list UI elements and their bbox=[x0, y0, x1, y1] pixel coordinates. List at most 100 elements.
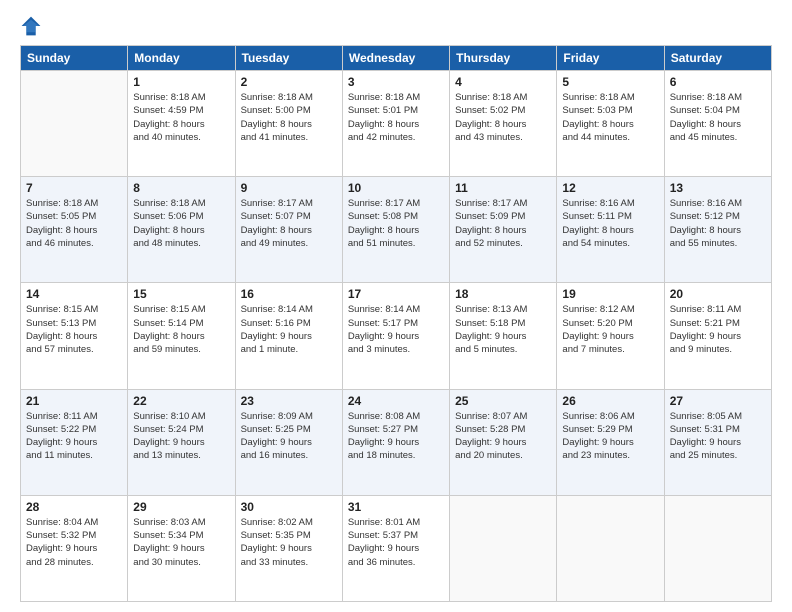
calendar-day-cell: 27 Sunrise: 8:05 AM Sunset: 5:31 PM Dayli… bbox=[664, 389, 771, 495]
calendar-day-cell: 4 Sunrise: 8:18 AM Sunset: 5:02 PM Daylig… bbox=[450, 71, 557, 177]
day-number: 19 bbox=[562, 287, 658, 301]
logo-icon bbox=[20, 15, 42, 37]
calendar-day-cell: 22 Sunrise: 8:10 AM Sunset: 5:24 PM Dayli… bbox=[128, 389, 235, 495]
day-info: Sunrise: 8:02 AM Sunset: 5:35 PM Dayligh… bbox=[241, 516, 337, 569]
day-info: Sunrise: 8:18 AM Sunset: 5:01 PM Dayligh… bbox=[348, 91, 444, 144]
day-info: Sunrise: 8:18 AM Sunset: 5:02 PM Dayligh… bbox=[455, 91, 551, 144]
day-info: Sunrise: 8:15 AM Sunset: 5:13 PM Dayligh… bbox=[26, 303, 122, 356]
calendar-day-cell: 23Sunrise: 8:09 AM Sunset: 5:25 PM Dayli… bbox=[235, 389, 342, 495]
day-number: 18 bbox=[455, 287, 551, 301]
day-number: 12 bbox=[562, 181, 658, 195]
calendar-day-cell: 17 Sunrise: 8:14 AM Sunset: 5:17 PM Dayli… bbox=[342, 283, 449, 389]
calendar-week-row: 1 Sunrise: 8:18 AM Sunset: 4:59 PM Daylig… bbox=[21, 71, 772, 177]
day-info: Sunrise: 8:16 AM Sunset: 5:11 PM Dayligh… bbox=[562, 197, 658, 250]
calendar-day-cell: 10 Sunrise: 8:17 AM Sunset: 5:08 PM Dayli… bbox=[342, 177, 449, 283]
day-info: Sunrise: 8:17 AM Sunset: 5:07 PM Dayligh… bbox=[241, 197, 337, 250]
day-info: Sunrise: 8:18 AM Sunset: 5:06 PM Dayligh… bbox=[133, 197, 229, 250]
calendar-day-cell: 13 Sunrise: 8:16 AM Sunset: 5:12 PM Dayli… bbox=[664, 177, 771, 283]
calendar-day-cell: 14 Sunrise: 8:15 AM Sunset: 5:13 PM Dayli… bbox=[21, 283, 128, 389]
calendar-day-cell: 2 Sunrise: 8:18 AM Sunset: 5:00 PM Daylig… bbox=[235, 71, 342, 177]
calendar-table: SundayMondayTuesdayWednesdayThursdayFrid… bbox=[20, 45, 772, 602]
day-info: Sunrise: 8:08 AM Sunset: 5:27 PM Dayligh… bbox=[348, 410, 444, 463]
day-number: 1 bbox=[133, 75, 229, 89]
day-number: 31 bbox=[348, 500, 444, 514]
calendar-day-cell: 11 Sunrise: 8:17 AM Sunset: 5:09 PM Dayli… bbox=[450, 177, 557, 283]
day-number: 5 bbox=[562, 75, 658, 89]
calendar-week-row: 28 Sunrise: 8:04 AM Sunset: 5:32 PM Dayli… bbox=[21, 495, 772, 601]
day-number: 28 bbox=[26, 500, 122, 514]
day-info: Sunrise: 8:18 AM Sunset: 5:05 PM Dayligh… bbox=[26, 197, 122, 250]
day-number: 27 bbox=[670, 394, 766, 408]
weekday-header-thursday: Thursday bbox=[450, 46, 557, 71]
day-info: Sunrise: 8:18 AM Sunset: 4:59 PM Dayligh… bbox=[133, 91, 229, 144]
day-info: Sunrise: 8:14 AM Sunset: 5:17 PM Dayligh… bbox=[348, 303, 444, 356]
calendar-week-row: 7 Sunrise: 8:18 AM Sunset: 5:05 PM Daylig… bbox=[21, 177, 772, 283]
weekday-header-sunday: Sunday bbox=[21, 46, 128, 71]
calendar-day-cell: 1 Sunrise: 8:18 AM Sunset: 4:59 PM Daylig… bbox=[128, 71, 235, 177]
weekday-header-row: SundayMondayTuesdayWednesdayThursdayFrid… bbox=[21, 46, 772, 71]
day-info: Sunrise: 8:01 AM Sunset: 5:37 PM Dayligh… bbox=[348, 516, 444, 569]
day-info: Sunrise: 8:12 AM Sunset: 5:20 PM Dayligh… bbox=[562, 303, 658, 356]
day-info: Sunrise: 8:17 AM Sunset: 5:09 PM Dayligh… bbox=[455, 197, 551, 250]
day-number: 15 bbox=[133, 287, 229, 301]
day-info: Sunrise: 8:15 AM Sunset: 5:14 PM Dayligh… bbox=[133, 303, 229, 356]
day-number: 26 bbox=[562, 394, 658, 408]
day-info: Sunrise: 8:16 AM Sunset: 5:12 PM Dayligh… bbox=[670, 197, 766, 250]
calendar-day-cell: 30Sunrise: 8:02 AM Sunset: 5:35 PM Dayli… bbox=[235, 495, 342, 601]
calendar-day-cell: 7 Sunrise: 8:18 AM Sunset: 5:05 PM Daylig… bbox=[21, 177, 128, 283]
day-number: 10 bbox=[348, 181, 444, 195]
weekday-header-monday: Monday bbox=[128, 46, 235, 71]
day-number: 7 bbox=[26, 181, 122, 195]
day-info: Sunrise: 8:17 AM Sunset: 5:08 PM Dayligh… bbox=[348, 197, 444, 250]
page: SundayMondayTuesdayWednesdayThursdayFrid… bbox=[0, 0, 792, 612]
header bbox=[20, 15, 772, 37]
day-info: Sunrise: 8:18 AM Sunset: 5:00 PM Dayligh… bbox=[241, 91, 337, 144]
calendar-day-cell: 21 Sunrise: 8:11 AM Sunset: 5:22 PM Dayli… bbox=[21, 389, 128, 495]
weekday-header-friday: Friday bbox=[557, 46, 664, 71]
day-number: 22 bbox=[133, 394, 229, 408]
day-number: 2 bbox=[241, 75, 337, 89]
day-number: 25 bbox=[455, 394, 551, 408]
calendar-day-cell: 25 Sunrise: 8:07 AM Sunset: 5:28 PM Dayli… bbox=[450, 389, 557, 495]
day-info: Sunrise: 8:05 AM Sunset: 5:31 PM Dayligh… bbox=[670, 410, 766, 463]
calendar-day-cell: 19 Sunrise: 8:12 AM Sunset: 5:20 PM Dayli… bbox=[557, 283, 664, 389]
day-number: 21 bbox=[26, 394, 122, 408]
day-number: 14 bbox=[26, 287, 122, 301]
calendar-day-cell: 18 Sunrise: 8:13 AM Sunset: 5:18 PM Dayli… bbox=[450, 283, 557, 389]
calendar-day-cell: 12 Sunrise: 8:16 AM Sunset: 5:11 PM Dayli… bbox=[557, 177, 664, 283]
day-info: Sunrise: 8:03 AM Sunset: 5:34 PM Dayligh… bbox=[133, 516, 229, 569]
calendar-day-cell: 26 Sunrise: 8:06 AM Sunset: 5:29 PM Dayli… bbox=[557, 389, 664, 495]
weekday-header-tuesday: Tuesday bbox=[235, 46, 342, 71]
day-info: Sunrise: 8:11 AM Sunset: 5:22 PM Dayligh… bbox=[26, 410, 122, 463]
calendar-day-cell: 3Sunrise: 8:18 AM Sunset: 5:01 PM Daylig… bbox=[342, 71, 449, 177]
empty-cell bbox=[557, 495, 664, 601]
calendar-day-cell: 8 Sunrise: 8:18 AM Sunset: 5:06 PM Daylig… bbox=[128, 177, 235, 283]
day-info: Sunrise: 8:04 AM Sunset: 5:32 PM Dayligh… bbox=[26, 516, 122, 569]
calendar-day-cell: 31 Sunrise: 8:01 AM Sunset: 5:37 PM Dayli… bbox=[342, 495, 449, 601]
day-number: 23 bbox=[241, 394, 337, 408]
calendar-day-cell: 5 Sunrise: 8:18 AM Sunset: 5:03 PM Daylig… bbox=[557, 71, 664, 177]
logo bbox=[20, 15, 46, 37]
day-number: 11 bbox=[455, 181, 551, 195]
empty-cell bbox=[664, 495, 771, 601]
day-number: 29 bbox=[133, 500, 229, 514]
day-number: 20 bbox=[670, 287, 766, 301]
day-info: Sunrise: 8:18 AM Sunset: 5:04 PM Dayligh… bbox=[670, 91, 766, 144]
day-number: 9 bbox=[241, 181, 337, 195]
day-number: 17 bbox=[348, 287, 444, 301]
day-number: 4 bbox=[455, 75, 551, 89]
calendar-day-cell: 29 Sunrise: 8:03 AM Sunset: 5:34 PM Dayli… bbox=[128, 495, 235, 601]
calendar-day-cell: 20 Sunrise: 8:11 AM Sunset: 5:21 PM Dayli… bbox=[664, 283, 771, 389]
calendar-day-cell: 9 Sunrise: 8:17 AM Sunset: 5:07 PM Daylig… bbox=[235, 177, 342, 283]
day-number: 8 bbox=[133, 181, 229, 195]
day-info: Sunrise: 8:13 AM Sunset: 5:18 PM Dayligh… bbox=[455, 303, 551, 356]
day-number: 13 bbox=[670, 181, 766, 195]
calendar-day-cell: 6Sunrise: 8:18 AM Sunset: 5:04 PM Daylig… bbox=[664, 71, 771, 177]
day-info: Sunrise: 8:07 AM Sunset: 5:28 PM Dayligh… bbox=[455, 410, 551, 463]
day-info: Sunrise: 8:06 AM Sunset: 5:29 PM Dayligh… bbox=[562, 410, 658, 463]
day-info: Sunrise: 8:18 AM Sunset: 5:03 PM Dayligh… bbox=[562, 91, 658, 144]
day-info: Sunrise: 8:10 AM Sunset: 5:24 PM Dayligh… bbox=[133, 410, 229, 463]
calendar-day-cell: 28 Sunrise: 8:04 AM Sunset: 5:32 PM Dayli… bbox=[21, 495, 128, 601]
day-info: Sunrise: 8:11 AM Sunset: 5:21 PM Dayligh… bbox=[670, 303, 766, 356]
day-number: 24 bbox=[348, 394, 444, 408]
